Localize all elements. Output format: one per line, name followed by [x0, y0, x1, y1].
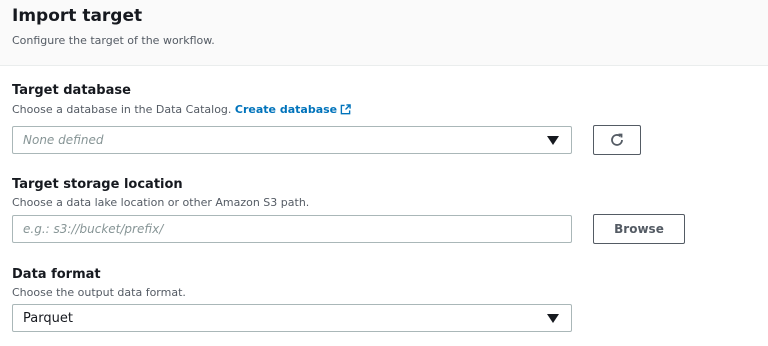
page-subtitle: Configure the target of the workflow.: [12, 34, 215, 47]
data-format-selected-value: Parquet: [23, 311, 73, 326]
data-format-label: Data format: [12, 267, 101, 282]
target-storage-label: Target storage location: [12, 177, 183, 192]
create-database-link[interactable]: Create database: [235, 103, 351, 116]
target-database-placeholder: None defined: [23, 133, 104, 147]
caret-down-icon: [547, 314, 559, 323]
caret-down-icon: [547, 136, 559, 145]
target-database-select[interactable]: None defined: [12, 126, 572, 154]
refresh-icon: [611, 133, 623, 146]
page-title: Import target: [12, 6, 143, 26]
data-format-select[interactable]: Parquet: [12, 304, 572, 332]
target-database-label: Target database: [12, 83, 131, 98]
data-format-description: Choose the output data format.: [12, 286, 186, 299]
external-link-icon: [340, 104, 351, 115]
target-storage-description: Choose a data lake location or other Ama…: [12, 196, 310, 209]
refresh-button[interactable]: [593, 125, 641, 155]
target-storage-placeholder: e.g.: s3://bucket/prefix/: [23, 222, 164, 236]
target-storage-input[interactable]: e.g.: s3://bucket/prefix/: [12, 215, 572, 243]
section-header: Import target Configure the target of th…: [0, 0, 768, 66]
target-database-description: Choose a database in the Data Catalog. C…: [12, 103, 351, 116]
browse-button[interactable]: Browse: [593, 214, 685, 244]
